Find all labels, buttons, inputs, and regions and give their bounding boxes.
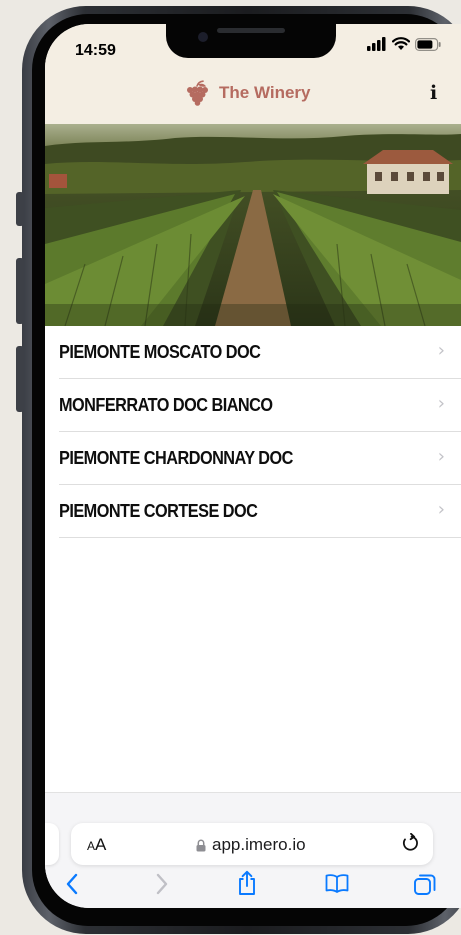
front-camera [198, 32, 208, 42]
wine-name: PIEMONTE CHARDONNAY DOC [59, 447, 293, 468]
wine-list: PIEMONTE MOSCATO DOC › MONFERRATO DOC BI… [45, 326, 461, 538]
forward-icon[interactable] [155, 873, 169, 895]
earpiece-speaker [217, 28, 285, 33]
wine-name: PIEMONTE MOSCATO DOC [59, 341, 261, 362]
battery-icon [415, 37, 441, 51]
url-text: app.imero.io [212, 835, 306, 854]
vineyard-illustration [45, 124, 461, 326]
wine-name: PIEMONTE CORTESE DOC [59, 500, 258, 521]
safari-toolbar [45, 870, 461, 907]
status-icons [367, 37, 441, 51]
chevron-right-icon: › [437, 340, 445, 361]
bookmarks-icon[interactable] [325, 873, 349, 893]
wine-list-item[interactable]: PIEMONTE CORTESE DOC › [59, 485, 461, 538]
previous-tab-peek[interactable] [45, 823, 59, 865]
reload-icon[interactable] [401, 833, 419, 853]
wine-list-item[interactable]: PIEMONTE CHARDONNAY DOC › [59, 432, 461, 485]
url-display[interactable]: app.imero.io [196, 835, 306, 855]
hero-image [45, 124, 461, 326]
address-bar[interactable]: AA app.imero.io [71, 823, 433, 865]
info-button[interactable]: i [430, 82, 437, 104]
wine-name: MONFERRATO DOC BIANCO [59, 394, 273, 415]
lock-icon [196, 839, 206, 851]
volume-down-button [16, 346, 24, 412]
text-size-small: A [87, 839, 96, 853]
text-size-large: A [95, 835, 107, 854]
wine-list-item[interactable]: PIEMONTE MOSCATO DOC › [59, 326, 461, 379]
back-icon[interactable] [65, 873, 79, 895]
app-header: The Winery i [45, 68, 461, 124]
chevron-right-icon: › [437, 499, 445, 520]
phone-screen: 14:59 The Winery i PIEMONTE MOSCATO DOC … [45, 24, 461, 908]
text-size-button[interactable]: AA [87, 835, 106, 855]
grapes-logo-icon [187, 80, 208, 106]
app-title: The Winery [219, 83, 311, 102]
volume-up-button [16, 258, 24, 324]
status-time: 14:59 [75, 42, 116, 59]
share-icon[interactable] [237, 870, 257, 896]
chevron-right-icon: › [437, 446, 445, 467]
wifi-icon [392, 37, 410, 50]
wine-list-item[interactable]: MONFERRATO DOC BIANCO › [59, 379, 461, 432]
tabs-icon[interactable] [413, 873, 437, 897]
chevron-right-icon: › [437, 393, 445, 414]
safari-bottom-bar: AA app.imero.io [45, 792, 461, 908]
mute-switch [16, 192, 24, 226]
brand[interactable]: The Winery [185, 80, 310, 106]
farmhouse [363, 150, 453, 194]
signal-icon [367, 37, 386, 51]
